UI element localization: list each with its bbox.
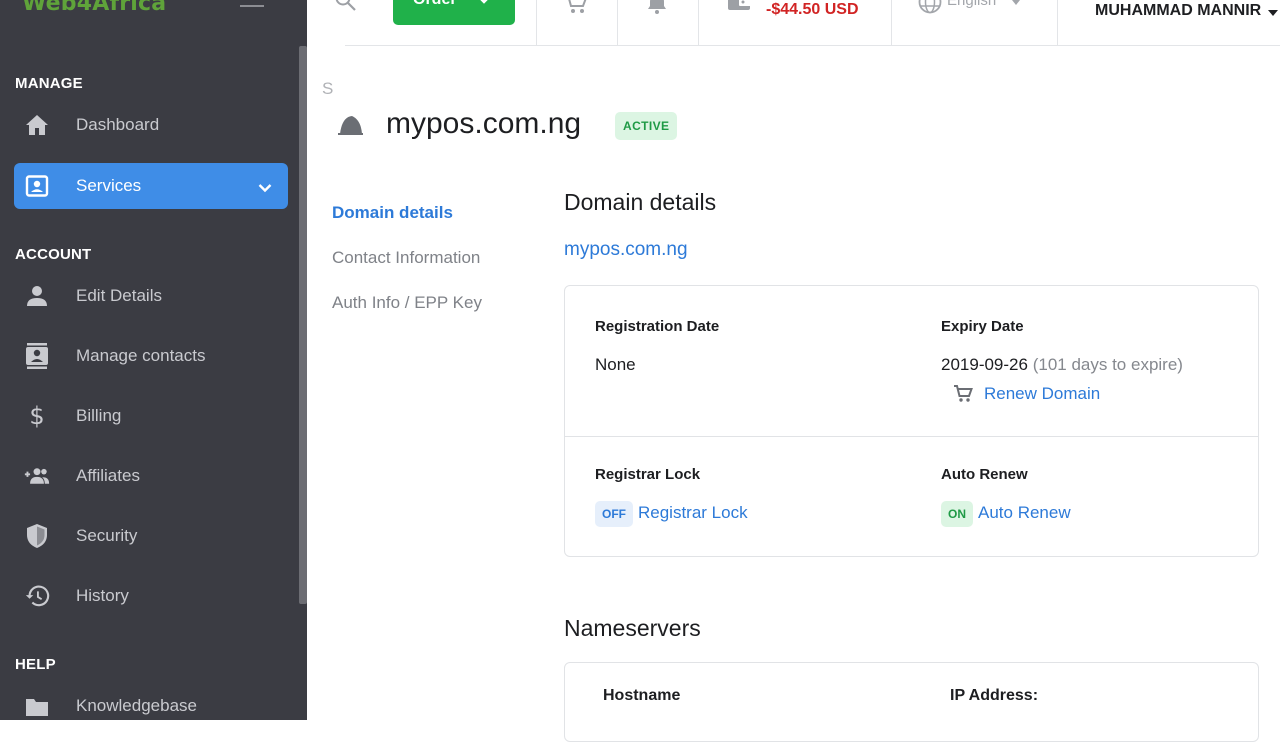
order-button[interactable]: Order: [393, 0, 515, 25]
topbar-separator: [1057, 0, 1058, 45]
sidebar-item-label: Dashboard: [76, 115, 160, 134]
sidebar-heading-help: HELP: [15, 656, 56, 673]
chevron-down-icon: [258, 180, 272, 198]
expiry-date: 2019-09-26: [941, 355, 1028, 374]
auto-renew-label: Auto Renew: [941, 466, 1028, 483]
sidebar-item-dashboard[interactable]: Dashboard: [14, 102, 288, 148]
topbar-separator: [617, 0, 618, 45]
history-icon: [24, 584, 50, 608]
subnav-auth-info[interactable]: Auth Info / EPP Key: [332, 293, 482, 313]
registrar-lock-state-badge: OFF: [595, 501, 633, 527]
expiry-note: (101 days to expire): [1032, 355, 1183, 374]
topbar-separator: [891, 0, 892, 45]
person-icon: [24, 284, 50, 308]
chevron-down-icon[interactable]: [1267, 4, 1279, 22]
sidebar-item-security[interactable]: Security: [14, 513, 288, 559]
nameservers-table: Hostname IP Address:: [564, 662, 1259, 742]
user-menu[interactable]: MUHAMMAD MANNIR: [1095, 2, 1261, 20]
section-title: Domain details: [564, 189, 717, 215]
search-icon[interactable]: [334, 0, 358, 17]
sidebar-item-label: Affiliates: [76, 466, 140, 485]
cart-icon[interactable]: [564, 0, 588, 19]
registration-date-value: None: [595, 355, 636, 374]
shield-icon: [24, 524, 50, 548]
card-divider: [565, 436, 1258, 437]
sidebar-item-label: Edit Details: [76, 286, 162, 305]
sidebar-item-label: Services: [76, 176, 142, 195]
sidebar-item-edit-details[interactable]: Edit Details: [14, 273, 288, 319]
sidebar-heading-account: ACCOUNT: [15, 246, 92, 263]
svg-text:$: $: [29, 403, 44, 429]
sidebar-item-affiliates[interactable]: Affiliates: [14, 453, 288, 499]
domain-details-card: Registration Date None Expiry Date 2019-…: [564, 285, 1259, 557]
sidebar-item-manage-contacts[interactable]: Manage contacts: [14, 333, 288, 379]
globe-icon: [918, 0, 942, 18]
sidebar-item-billing[interactable]: $ Billing: [14, 393, 288, 439]
chevron-down-icon: [477, 0, 491, 10]
group-add-icon: [24, 464, 50, 488]
auto-renew-state-badge: ON: [941, 501, 973, 527]
sidebar-item-services[interactable]: Services: [14, 163, 288, 209]
registrar-lock-label: Registrar Lock: [595, 466, 701, 483]
sidebar-item-history[interactable]: History: [14, 573, 288, 619]
id-card-icon: [24, 174, 50, 198]
bell-icon[interactable]: [646, 0, 668, 19]
brand-logo[interactable]: Web4Africa: [22, 0, 166, 16]
sidebar: Web4Africa MANAGE Dashboard Services ACC…: [0, 0, 307, 720]
sidebar-item-label: Security: [76, 526, 138, 545]
registrar-lock-link[interactable]: Registrar Lock: [638, 503, 748, 523]
menu-toggle-icon[interactable]: [240, 0, 264, 10]
wallet-icon[interactable]: [727, 0, 753, 19]
sidebar-scrollbar[interactable]: [299, 46, 307, 604]
folder-icon: [24, 694, 50, 718]
page-title: mypos.com.ng: [386, 107, 582, 140]
column-header-ip-address: IP Address:: [950, 687, 1039, 704]
subnav-contact-information[interactable]: Contact Information: [332, 248, 480, 268]
auto-renew-link[interactable]: Auto Renew: [978, 503, 1071, 523]
subnav-domain-details[interactable]: Domain details: [332, 203, 453, 223]
home-icon: [24, 113, 50, 137]
sidebar-item-label: Manage contacts: [76, 346, 206, 365]
cart-icon: [953, 385, 973, 408]
topbar-divider: [345, 45, 1280, 46]
column-header-hostname: Hostname: [603, 687, 681, 704]
sidebar-item-knowledgebase[interactable]: Knowledgebase: [14, 683, 288, 720]
domain-link[interactable]: mypos.com.ng: [564, 239, 688, 261]
sidebar-item-label: History: [76, 586, 129, 605]
dollar-icon: $: [24, 403, 50, 429]
expiry-date-value: 2019-09-26 (101 days to expire): [941, 355, 1183, 375]
domain-service-icon: [336, 114, 364, 141]
topbar-separator: [536, 0, 537, 45]
nameservers-title: Nameservers: [564, 615, 701, 641]
sidebar-heading-manage: MANAGE: [15, 75, 83, 92]
order-button-label: Order: [413, 0, 457, 9]
expiry-date-label: Expiry Date: [941, 318, 1024, 335]
contacts-icon: [24, 343, 50, 369]
breadcrumb[interactable]: S: [322, 79, 333, 99]
language-label: English: [947, 0, 997, 9]
topbar-separator: [698, 0, 699, 45]
status-badge: ACTIVE: [615, 112, 678, 140]
registration-date-label: Registration Date: [595, 318, 720, 335]
sidebar-item-label: Billing: [76, 406, 122, 425]
renew-domain-link[interactable]: Renew Domain: [984, 384, 1100, 404]
chevron-down-icon: [1011, 0, 1021, 11]
account-balance[interactable]: -$44.50 USD: [766, 1, 859, 19]
sidebar-item-label: Knowledgebase: [76, 696, 197, 715]
